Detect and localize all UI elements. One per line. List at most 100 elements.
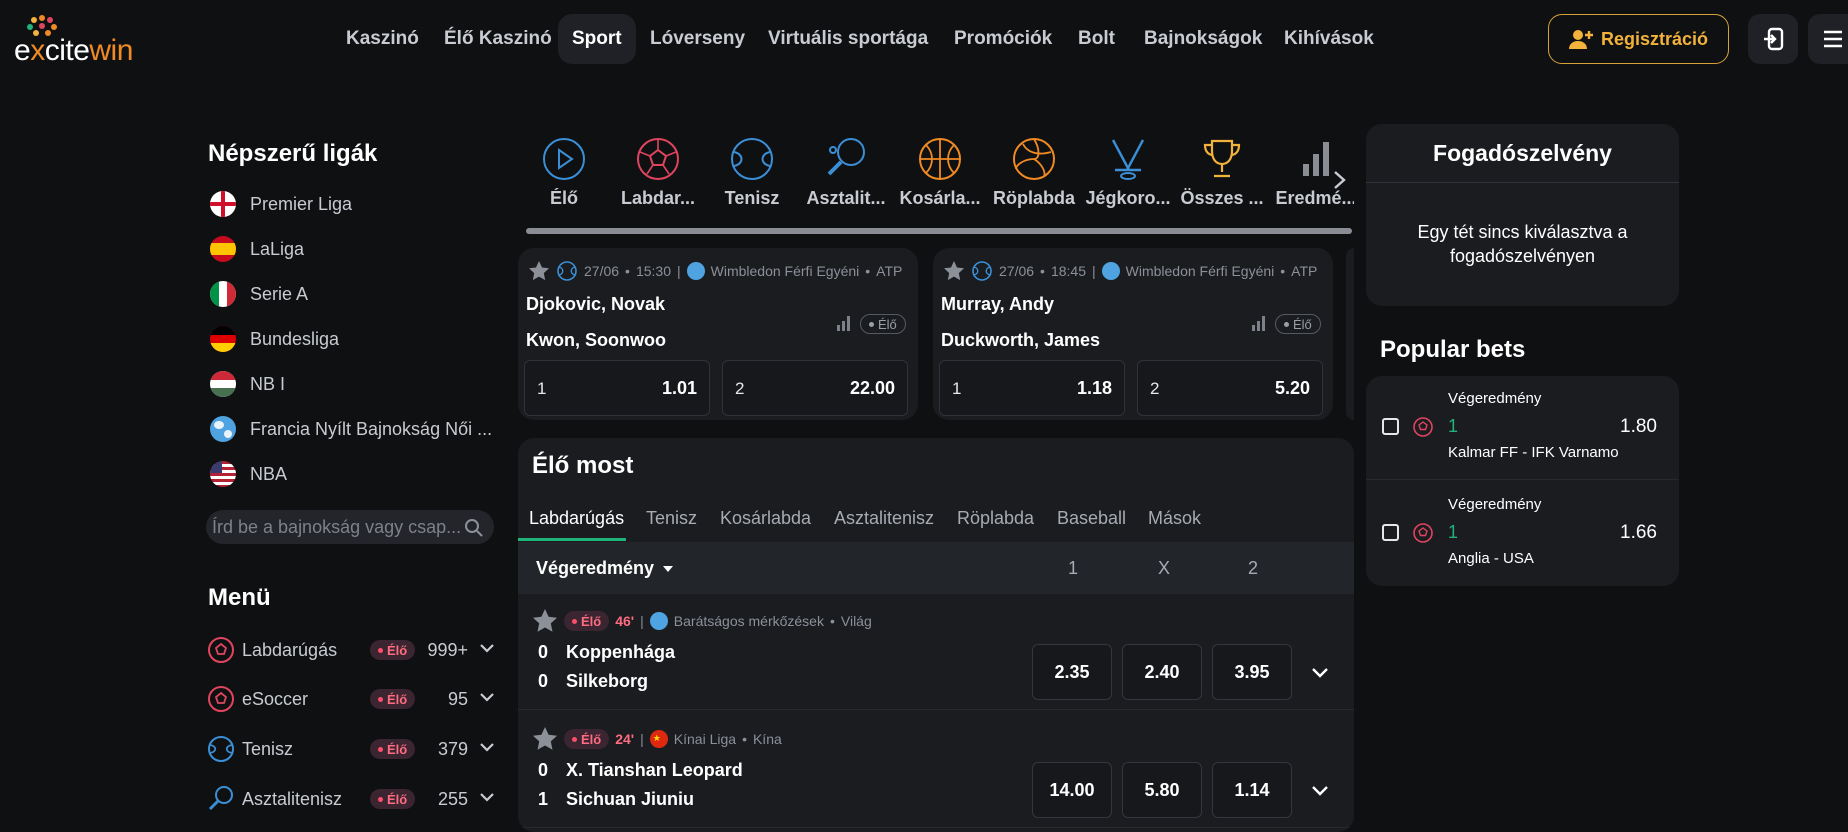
world-globe-icon bbox=[210, 416, 236, 442]
play-icon bbox=[543, 138, 585, 180]
nav-kaszino[interactable]: Kaszinó bbox=[332, 14, 433, 64]
chevron-down-icon[interactable] bbox=[1310, 780, 1330, 800]
market-select[interactable]: Végeredmény bbox=[536, 558, 674, 579]
odd-draw-button[interactable]: 2.40 bbox=[1122, 644, 1202, 700]
menu-item-esoccer[interactable]: eSoccer Élő 95 bbox=[206, 682, 496, 716]
odd-home-button[interactable]: 2.35 bbox=[1032, 644, 1112, 700]
stats-icon[interactable] bbox=[1251, 315, 1267, 331]
live-pill: Élő bbox=[1275, 314, 1321, 334]
sport-asztalitenisz[interactable]: Asztalit... bbox=[800, 124, 892, 220]
tab-masok[interactable]: Mások bbox=[1148, 508, 1201, 529]
menu-item-label: eSoccer bbox=[242, 688, 309, 709]
tab-roplabda[interactable]: Röplabda bbox=[957, 508, 1034, 529]
sport-roplabda[interactable]: Röplabda bbox=[988, 124, 1080, 220]
menu-item-tenisz[interactable]: Tenisz Élő 379 bbox=[206, 732, 496, 766]
chevron-right-icon[interactable] bbox=[1328, 168, 1350, 192]
tab-baseball[interactable]: Baseball bbox=[1057, 508, 1126, 529]
star-icon[interactable] bbox=[943, 260, 965, 282]
league-search-input[interactable]: Írd be a bajnokság vagy csap... bbox=[206, 510, 494, 544]
sport-tenisz[interactable]: Tenisz bbox=[706, 124, 798, 220]
menu-item-labdarugas[interactable]: Labdarúgás Élő 999+ bbox=[206, 633, 496, 667]
popular-bet-item[interactable]: Végeredmény 1 1.66 Anglia - USA bbox=[1366, 482, 1679, 586]
live-match-row[interactable]: Élő 24' | ★ Kínai Liga • Kína 0 X. Tianshan… bbox=[518, 712, 1354, 828]
sport-elo[interactable]: Élő bbox=[518, 124, 610, 220]
star-icon[interactable] bbox=[532, 726, 558, 752]
live-badge: Élő bbox=[370, 739, 416, 759]
market-label: Végeredmény bbox=[536, 558, 655, 578]
nav-virtualis-sportaga[interactable]: Virtuális sportága bbox=[754, 14, 942, 64]
star-icon[interactable] bbox=[528, 260, 550, 282]
league-item[interactable]: NB I bbox=[210, 369, 285, 399]
competition-name: Wimbledon Férfi Egyéni bbox=[710, 263, 860, 279]
excitewin-logo[interactable]: excitewin bbox=[14, 14, 174, 68]
league-item[interactable]: LaLiga bbox=[210, 234, 304, 264]
market-header: Végeredmény 1 X 2 bbox=[518, 542, 1354, 594]
odd-draw-button[interactable]: 5.80 bbox=[1122, 762, 1202, 818]
featured-match-card[interactable]: 27/06 • 18:45 | Wimbledon Férfi Egyéni • ATP … bbox=[933, 248, 1333, 420]
chevron-down-icon[interactable] bbox=[1310, 662, 1330, 682]
popular-bet-item[interactable]: Végeredmény 1 1.80 Kalmar FF - IFK Varna… bbox=[1366, 376, 1679, 480]
live-now-panel: Élő most Labdarúgás Tenisz Kosárlabda As… bbox=[518, 438, 1354, 832]
bet-checkbox[interactable] bbox=[1382, 524, 1399, 541]
league-label: LaLiga bbox=[250, 238, 305, 259]
bet-checkbox[interactable] bbox=[1382, 418, 1399, 435]
odd-button[interactable]: 1 1.01 bbox=[524, 360, 710, 416]
tab-tenisz[interactable]: Tenisz bbox=[646, 508, 697, 529]
chevron-down-icon[interactable] bbox=[478, 639, 496, 657]
sport-osszes[interactable]: Összes ... bbox=[1176, 124, 1268, 220]
nav-elo-kaszino[interactable]: Élő Kaszinó bbox=[430, 14, 566, 64]
bet-odd: 1.80 bbox=[1620, 416, 1657, 437]
league-name: Barátságos mérkőzések bbox=[673, 613, 824, 629]
tab-kosarlabda[interactable]: Kosárlabda bbox=[720, 508, 811, 529]
hungary-flag-icon bbox=[210, 371, 236, 397]
nav-sport[interactable]: Sport bbox=[558, 14, 636, 64]
sport-jegkorong[interactable]: Jégkoro... bbox=[1082, 124, 1174, 220]
spain-flag-icon bbox=[210, 236, 236, 262]
register-button[interactable]: Regisztráció bbox=[1548, 14, 1729, 64]
nav-bolt[interactable]: Bolt bbox=[1064, 14, 1129, 64]
sport-label: Összes ... bbox=[1180, 188, 1264, 208]
chevron-down-icon[interactable] bbox=[478, 688, 496, 706]
odd-away-button[interactable]: 3.95 bbox=[1212, 644, 1292, 700]
tab-asztalitenisz[interactable]: Asztalitenisz bbox=[834, 508, 934, 529]
star-icon[interactable] bbox=[532, 608, 558, 634]
strip-scrollbar[interactable] bbox=[526, 228, 1352, 234]
odd-button[interactable]: 1 1.18 bbox=[939, 360, 1125, 416]
caret-down-icon bbox=[663, 565, 674, 572]
odd-button[interactable]: 2 22.00 bbox=[722, 360, 908, 416]
league-item[interactable]: NBA bbox=[210, 459, 287, 489]
hamburger-menu-button[interactable] bbox=[1808, 14, 1848, 64]
home-score: 0 bbox=[538, 760, 549, 780]
login-button[interactable] bbox=[1748, 14, 1798, 64]
league-label: Bundesliga bbox=[250, 328, 340, 349]
chevron-down-icon[interactable] bbox=[478, 738, 496, 756]
sport-labdarugas[interactable]: Labdar... bbox=[612, 124, 704, 220]
world-globe-icon bbox=[686, 262, 705, 280]
nav-kihivasok[interactable]: Kihívások bbox=[1270, 14, 1388, 64]
odd-away-button[interactable]: 1.14 bbox=[1212, 762, 1292, 818]
sport-kosarlabda[interactable]: Kosárla... bbox=[894, 124, 986, 220]
stats-icon[interactable] bbox=[836, 315, 852, 331]
featured-match-card[interactable]: 27/06 • 15:30 | Wimbledon Férfi Egyéni • ATP … bbox=[518, 248, 918, 420]
nav-loverseny[interactable]: Lóverseny bbox=[636, 14, 759, 64]
tab-labdarugas[interactable]: Labdarúgás bbox=[529, 508, 624, 529]
league-item[interactable]: Francia Nyílt Bajnokság Női ... bbox=[210, 414, 492, 444]
table-tennis-icon bbox=[208, 786, 233, 811]
usa-flag-icon bbox=[210, 461, 236, 487]
nav-bajnoksagok[interactable]: Bajnokságok bbox=[1130, 14, 1276, 64]
odd-button[interactable]: 2 5.20 bbox=[1137, 360, 1323, 416]
chevron-down-icon[interactable] bbox=[478, 788, 496, 806]
nav-promociok[interactable]: Promóciók bbox=[940, 14, 1066, 64]
odd-home-button[interactable]: 14.00 bbox=[1032, 762, 1112, 818]
away-team: Silkeborg bbox=[566, 671, 649, 691]
live-match-row[interactable]: Élő 46' | Barátságos mérkőzések • Világ 0 K… bbox=[518, 594, 1354, 710]
league-item[interactable]: Premier Liga bbox=[210, 189, 352, 219]
league-item[interactable]: Bundesliga bbox=[210, 324, 339, 354]
away-team: Sichuan Jiuniu bbox=[566, 789, 695, 809]
register-label: Regisztráció bbox=[1600, 28, 1709, 49]
league-item[interactable]: Serie A bbox=[210, 279, 308, 309]
away-score: 0 bbox=[538, 671, 549, 691]
region-name: Kína bbox=[752, 731, 782, 747]
menu-item-asztalitenisz[interactable]: Asztalitenisz Élő 255 bbox=[206, 782, 496, 816]
menu-icon bbox=[1824, 30, 1842, 48]
